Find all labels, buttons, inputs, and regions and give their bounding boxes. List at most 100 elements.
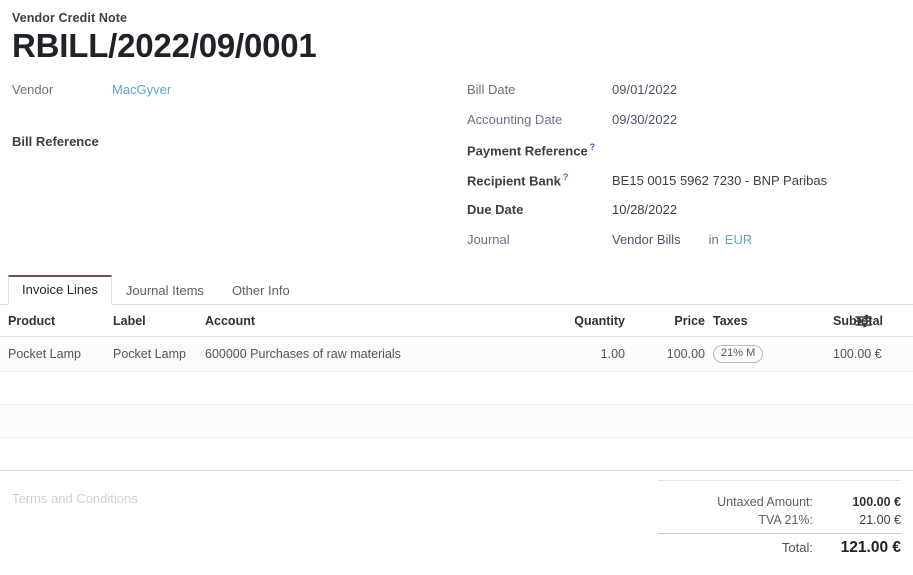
- cell-product[interactable]: Pocket Lamp: [0, 336, 113, 371]
- journal-label: Journal: [467, 232, 612, 247]
- invoice-footer: Terms and Conditions Untaxed Amount: 100…: [0, 471, 913, 559]
- left-spacer: [12, 112, 467, 134]
- tab-invoice-lines-label: Invoice Lines: [22, 282, 98, 297]
- empty-cell: [625, 437, 705, 470]
- table-row-empty[interactable]: [0, 404, 913, 437]
- tax-line-label[interactable]: TVA 21%:: [758, 513, 823, 527]
- empty-cell: [505, 404, 625, 437]
- empty-cell: [705, 371, 833, 404]
- untaxed-amount-label: Untaxed Amount:: [717, 495, 823, 509]
- column-header-price[interactable]: Price: [625, 305, 705, 337]
- notebook-tabs: Invoice Lines Journal Items Other Info: [0, 276, 913, 305]
- bill-date-value[interactable]: 09/01/2022: [612, 82, 677, 97]
- payment-reference-label-text: Payment Reference: [467, 143, 588, 158]
- recipient-bank-label-text: Recipient Bank: [467, 173, 561, 188]
- bill-date-label: Bill Date: [467, 82, 612, 97]
- grand-total-value: 121.00 €: [823, 539, 901, 557]
- tax-line-value: 21.00 €: [823, 513, 901, 527]
- table-row-empty[interactable]: [0, 437, 913, 470]
- subtotal-header-wrap: Subtotal: [833, 314, 881, 328]
- accounting-date-value[interactable]: 09/30/2022: [612, 112, 677, 127]
- field-due-date: Due Date 10/28/2022: [467, 202, 901, 232]
- empty-cell: [0, 404, 113, 437]
- left-field-column: Vendor MacGyver Bill Reference: [12, 80, 467, 164]
- untaxed-amount-value: 100.00 €: [823, 495, 901, 509]
- invoice-lines-table: Product Label Account Quantity Price Tax…: [0, 305, 913, 471]
- empty-cell: [625, 404, 705, 437]
- due-date-label: Due Date: [467, 202, 612, 217]
- journal-in-text: in: [709, 232, 719, 247]
- payment-reference-label: Payment Reference?: [467, 142, 612, 158]
- right-field-column: Bill Date 09/01/2022 Accounting Date 09/…: [467, 80, 901, 262]
- column-header-taxes[interactable]: Taxes: [705, 305, 833, 337]
- empty-cell: [705, 437, 833, 470]
- total-row-untaxed: Untaxed Amount: 100.00 €: [658, 493, 901, 511]
- total-row-grand: Total: 121.00 €: [658, 533, 901, 559]
- field-vendor: Vendor MacGyver: [12, 82, 467, 112]
- invoice-lines-header: Product Label Account Quantity Price Tax…: [0, 305, 913, 337]
- table-row[interactable]: Pocket Lamp Pocket Lamp 600000 Purchases…: [0, 336, 913, 371]
- column-header-account[interactable]: Account: [205, 305, 505, 337]
- sliders-icon[interactable]: [855, 314, 873, 328]
- empty-cell: [113, 404, 205, 437]
- empty-cell: [833, 371, 913, 404]
- field-area: Vendor MacGyver Bill Reference Bill Date…: [12, 80, 901, 262]
- empty-cell: [0, 371, 113, 404]
- empty-cell: [705, 404, 833, 437]
- accounting-date-label: Accounting Date: [467, 112, 612, 127]
- field-bill-date: Bill Date 09/01/2022: [467, 82, 901, 112]
- empty-cell: [0, 437, 113, 470]
- tax-badge[interactable]: 21% M: [713, 345, 763, 363]
- empty-cell: [625, 371, 705, 404]
- cell-account[interactable]: 600000 Purchases of raw materials: [205, 336, 505, 371]
- empty-cell: [833, 404, 913, 437]
- field-accounting-date: Accounting Date 09/30/2022: [467, 112, 901, 142]
- empty-cell: [113, 371, 205, 404]
- empty-cell: [205, 404, 505, 437]
- cell-quantity[interactable]: 1.00: [505, 336, 625, 371]
- empty-cell: [833, 437, 913, 470]
- field-recipient-bank: Recipient Bank? BE15 0015 5962 7230 - BN…: [467, 172, 901, 202]
- tab-other-info-label: Other Info: [232, 283, 290, 298]
- tab-journal-items[interactable]: Journal Items: [112, 276, 218, 305]
- recipient-bank-value[interactable]: BE15 0015 5962 7230 - BNP Paribas: [612, 173, 827, 188]
- column-header-label[interactable]: Label: [113, 305, 205, 337]
- help-icon[interactable]: ?: [590, 142, 596, 152]
- tab-other-info[interactable]: Other Info: [218, 276, 304, 305]
- bill-reference-label: Bill Reference: [12, 134, 112, 149]
- totals-block: Untaxed Amount: 100.00 € TVA 21%: 21.00 …: [658, 480, 901, 559]
- cell-price[interactable]: 100.00: [625, 336, 705, 371]
- column-header-subtotal[interactable]: Subtotal: [833, 305, 913, 337]
- field-payment-reference: Payment Reference?: [467, 142, 901, 172]
- column-header-product[interactable]: Product: [0, 305, 113, 337]
- cell-taxes[interactable]: 21% M: [705, 336, 833, 371]
- cell-label[interactable]: Pocket Lamp: [113, 336, 205, 371]
- currency-value-link[interactable]: EUR: [725, 232, 752, 247]
- tab-invoice-lines[interactable]: Invoice Lines: [8, 275, 112, 305]
- empty-cell: [505, 371, 625, 404]
- recipient-bank-label: Recipient Bank?: [467, 172, 612, 188]
- help-icon[interactable]: ?: [563, 172, 569, 182]
- column-header-quantity[interactable]: Quantity: [505, 305, 625, 337]
- vendor-label: Vendor: [12, 82, 112, 97]
- tab-journal-items-label: Journal Items: [126, 283, 204, 298]
- cell-subtotal[interactable]: 100.00 €: [833, 336, 913, 371]
- field-bill-reference: Bill Reference: [12, 134, 467, 164]
- empty-cell: [113, 437, 205, 470]
- invoice-lines-body: Pocket Lamp Pocket Lamp 600000 Purchases…: [0, 336, 913, 470]
- invoice-sheet: Vendor Credit Note RBILL/2022/09/0001 Ve…: [0, 0, 913, 262]
- journal-value[interactable]: Vendor Bills: [612, 232, 681, 247]
- page-title: RBILL/2022/09/0001: [12, 27, 901, 66]
- terms-and-conditions-input[interactable]: Terms and Conditions: [12, 471, 658, 506]
- field-journal: Journal Vendor Bills in EUR: [467, 232, 901, 262]
- grand-total-label: Total:: [782, 540, 823, 555]
- document-type-label: Vendor Credit Note: [12, 11, 901, 25]
- empty-cell: [505, 437, 625, 470]
- total-row-tax: TVA 21%: 21.00 €: [658, 511, 901, 529]
- vendor-value-link[interactable]: MacGyver: [112, 82, 171, 97]
- table-header-row: Product Label Account Quantity Price Tax…: [0, 305, 913, 337]
- empty-cell: [205, 437, 505, 470]
- empty-cell: [205, 371, 505, 404]
- table-row-empty[interactable]: [0, 371, 913, 404]
- due-date-value[interactable]: 10/28/2022: [612, 202, 677, 217]
